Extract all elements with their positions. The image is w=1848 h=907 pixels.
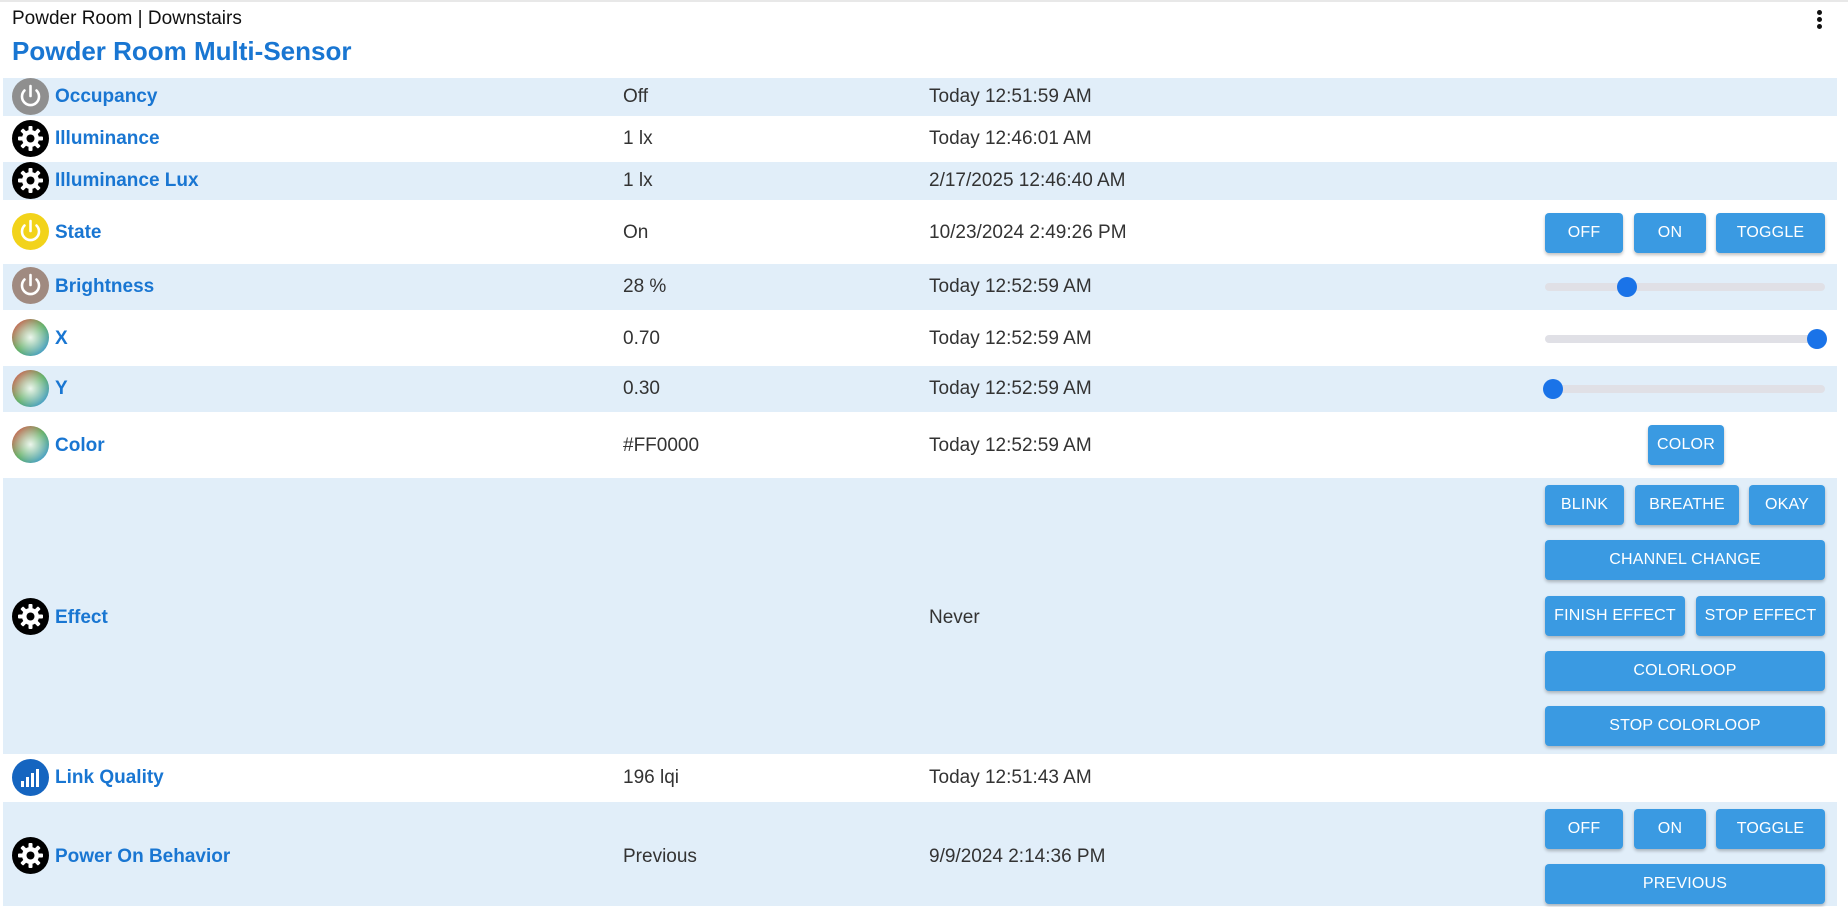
- breadcrumb: Powder Room | Downstairs: [12, 8, 242, 29]
- entity-name-x[interactable]: X: [55, 328, 68, 350]
- entity-value-color: #FF0000: [623, 435, 700, 456]
- power-icon: [12, 78, 49, 115]
- effect-blink-button[interactable]: BLINK: [1545, 485, 1624, 525]
- entity-name-y[interactable]: Y: [55, 378, 68, 400]
- entity-value-illuminance-lux: 1 lx: [623, 170, 653, 191]
- entity-name-illuminance-lux[interactable]: Illuminance Lux: [55, 170, 199, 192]
- entity-name-state[interactable]: State: [55, 222, 101, 244]
- power-icon: [12, 267, 49, 304]
- y-slider[interactable]: [1543, 379, 1825, 399]
- page-title: Powder Room Multi-Sensor: [12, 36, 352, 66]
- entity-time-illuminance: Today 12:46:01 AM: [929, 128, 1092, 149]
- entity-name-brightness[interactable]: Brightness: [55, 276, 154, 298]
- entity-value-occupancy: Off: [623, 86, 648, 107]
- effect-okay-button[interactable]: OKAY: [1749, 485, 1825, 525]
- top-divider: [0, 0, 1848, 2]
- entity-name-illuminance[interactable]: Illuminance: [55, 128, 160, 150]
- entity-time-effect: Never: [929, 607, 980, 628]
- entity-row-illuminance-lux: Illuminance Lux 1 lx 2/17/2025 12:46:40 …: [3, 162, 1837, 200]
- entity-row-illuminance: Illuminance 1 lx Today 12:46:01 AM: [3, 116, 1837, 162]
- entity-row-power-on-behavior: Power On Behavior Previous 9/9/2024 2:14…: [3, 802, 1837, 906]
- effect-channel-change-button[interactable]: CHANNEL CHANGE: [1545, 540, 1825, 580]
- state-on-button[interactable]: ON: [1634, 213, 1706, 253]
- entity-row-occupancy: Occupancy Off Today 12:51:59 AM: [3, 78, 1837, 116]
- signal-bars-icon: [12, 759, 49, 796]
- entity-value-brightness: 28 %: [623, 276, 667, 297]
- gear-icon: [12, 598, 49, 635]
- entity-time-occupancy: Today 12:51:59 AM: [929, 86, 1092, 107]
- slider-thumb[interactable]: [1807, 329, 1827, 349]
- entity-row-state: State On 10/23/2024 2:49:26 PM OFF ON TO…: [3, 200, 1837, 264]
- entity-value-state: On: [623, 222, 649, 243]
- gear-icon: [12, 120, 49, 157]
- entity-value-y: 0.30: [623, 378, 660, 399]
- entity-value-link-quality: 196 lqi: [623, 767, 679, 788]
- effect-stop-colorloop-button[interactable]: STOP COLORLOOP: [1545, 706, 1825, 746]
- entity-row-x: X 0.70 Today 12:52:59 AM: [3, 310, 1837, 366]
- entity-time-x: Today 12:52:59 AM: [929, 328, 1092, 349]
- power-icon: [12, 213, 49, 250]
- entity-name-power-on-behavior[interactable]: Power On Behavior: [55, 846, 230, 868]
- entity-row-color: Color #FF0000 Today 12:52:59 AM COLOR: [3, 412, 1837, 478]
- power-on-on-button[interactable]: ON: [1634, 809, 1706, 849]
- entity-name-occupancy[interactable]: Occupancy: [55, 86, 157, 108]
- effect-breathe-button[interactable]: BREATHE: [1635, 485, 1739, 525]
- entity-table: Occupancy Off Today 12:51:59 AM Illumina…: [3, 78, 1837, 906]
- entity-time-brightness: Today 12:52:59 AM: [929, 276, 1092, 297]
- color-wheel-icon: [12, 319, 49, 356]
- entity-name-effect[interactable]: Effect: [55, 607, 108, 629]
- power-on-previous-button[interactable]: PREVIOUS: [1545, 864, 1825, 904]
- entity-value-power-on-behavior: Previous: [623, 846, 697, 867]
- brightness-slider[interactable]: [1545, 277, 1825, 297]
- entity-row-link-quality: Link Quality 196 lqi Today 12:51:43 AM: [3, 754, 1837, 802]
- x-slider[interactable]: [1545, 329, 1827, 349]
- color-wheel-icon: [12, 426, 49, 463]
- entity-name-color[interactable]: Color: [55, 435, 105, 457]
- entity-time-state: 10/23/2024 2:49:26 PM: [929, 222, 1127, 243]
- color-wheel-icon: [12, 370, 49, 407]
- effect-stop-effect-button[interactable]: STOP EFFECT: [1696, 596, 1825, 636]
- entity-name-link-quality[interactable]: Link Quality: [55, 767, 164, 789]
- slider-thumb[interactable]: [1543, 379, 1563, 399]
- power-on-off-button[interactable]: OFF: [1545, 809, 1623, 849]
- state-toggle-button[interactable]: TOGGLE: [1716, 213, 1825, 253]
- effect-colorloop-button[interactable]: COLORLOOP: [1545, 651, 1825, 691]
- power-on-toggle-button[interactable]: TOGGLE: [1716, 809, 1825, 849]
- entity-value-x: 0.70: [623, 328, 660, 349]
- entity-time-power-on-behavior: 9/9/2024 2:14:36 PM: [929, 846, 1106, 867]
- entity-time-illuminance-lux: 2/17/2025 12:46:40 AM: [929, 170, 1126, 191]
- entity-time-color: Today 12:52:59 AM: [929, 435, 1092, 456]
- state-off-button[interactable]: OFF: [1545, 213, 1623, 253]
- entity-time-y: Today 12:52:59 AM: [929, 378, 1092, 399]
- gear-icon: [12, 162, 49, 199]
- entity-row-brightness: Brightness 28 % Today 12:52:59 AM: [3, 264, 1837, 310]
- entity-row-effect: Effect Never BLINK BREATHE OKAY CHANNEL …: [3, 478, 1837, 754]
- color-button[interactable]: COLOR: [1648, 425, 1724, 465]
- effect-finish-effect-button[interactable]: FINISH EFFECT: [1545, 596, 1685, 636]
- entity-time-link-quality: Today 12:51:43 AM: [929, 767, 1092, 788]
- entity-value-illuminance: 1 lx: [623, 128, 653, 149]
- entity-row-y: Y 0.30 Today 12:52:59 AM: [3, 366, 1837, 412]
- gear-icon: [12, 837, 49, 874]
- more-vert-icon[interactable]: [1810, 8, 1828, 32]
- slider-thumb[interactable]: [1616, 277, 1637, 297]
